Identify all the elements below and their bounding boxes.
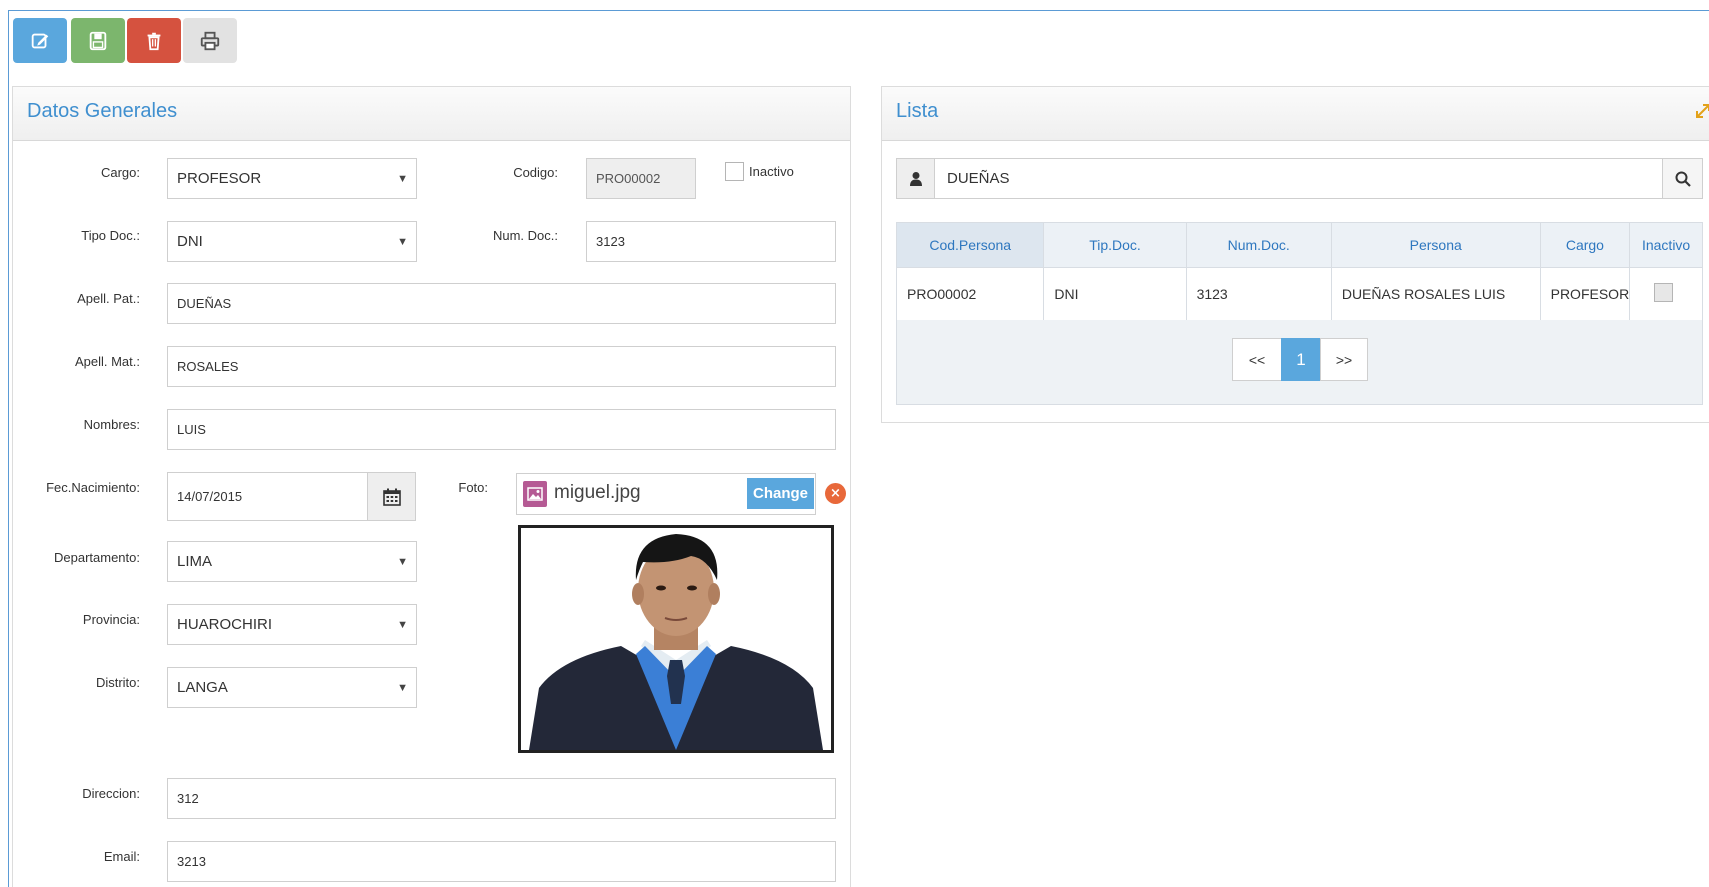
- num-doc-label: Num. Doc.:: [492, 228, 558, 243]
- column-header-tip-doc[interactable]: Tip.Doc.: [1043, 222, 1187, 268]
- profile-photo: [518, 525, 834, 753]
- cell-inactivo: [1629, 267, 1703, 321]
- departamento-value: LIMA: [177, 553, 213, 570]
- cell-tip-doc: DNI: [1043, 267, 1187, 321]
- distrito-select[interactable]: LANGA ▼: [167, 667, 417, 708]
- save-icon: [89, 31, 107, 50]
- column-header-persona[interactable]: Persona: [1330, 222, 1541, 268]
- search-icon: [1675, 171, 1691, 187]
- chevron-down-icon: ▼: [397, 173, 408, 185]
- pagination-page-1[interactable]: 1: [1281, 338, 1321, 381]
- inactivo-label: Inactivo: [749, 164, 794, 179]
- column-header-inactivo[interactable]: Inactivo: [1629, 222, 1703, 268]
- direccion-label: Direccion:: [82, 786, 140, 801]
- distrito-label: Distrito:: [95, 675, 140, 690]
- email-input[interactable]: 3213: [167, 841, 836, 882]
- cell-cargo: PROFESOR: [1539, 267, 1631, 321]
- fec-nacimiento-label: Fec.Nacimiento:: [46, 480, 140, 495]
- provincia-value: HUAROCHIRI: [177, 616, 273, 633]
- cell-persona: DUEÑAS ROSALES LUIS: [1330, 267, 1541, 321]
- nombres-input[interactable]: LUIS: [167, 409, 836, 450]
- apell-pat-value: DUEÑAS: [177, 296, 232, 311]
- codigo-field: PRO00002: [586, 158, 696, 199]
- apell-pat-label: Apell. Pat.:: [77, 291, 140, 306]
- change-photo-button[interactable]: Change: [747, 478, 814, 509]
- cargo-label: Cargo:: [100, 165, 140, 180]
- panel-title: Datos Generales: [27, 100, 178, 122]
- cell-cod-persona: PRO00002: [895, 267, 1045, 321]
- panel-header: Lista: [882, 87, 1709, 141]
- provincia-label: Provincia:: [82, 612, 140, 627]
- chevron-down-icon: ▼: [397, 682, 408, 694]
- search-value: DUEÑAS: [947, 170, 1010, 187]
- save-button[interactable]: [71, 18, 125, 63]
- cell-num-doc: 3123: [1185, 267, 1332, 321]
- panel-title: Lista: [896, 100, 939, 122]
- direccion-value: 312: [177, 791, 199, 806]
- column-header-num-doc[interactable]: Num.Doc.: [1185, 222, 1332, 268]
- edit-button[interactable]: [13, 18, 67, 63]
- edit-icon: [31, 33, 49, 48]
- codigo-label: Codigo:: [513, 165, 558, 180]
- table-row[interactable]: PRO00002 DNI 3123 DUEÑAS ROSALES LUIS PR…: [895, 267, 1703, 321]
- calendar-button[interactable]: [367, 472, 416, 521]
- foto-label: Foto:: [458, 480, 488, 495]
- panel-header: Datos Generales: [13, 87, 850, 141]
- chevron-down-icon: ▼: [397, 236, 408, 248]
- row-inactivo-checkbox[interactable]: [1654, 283, 1674, 302]
- remove-photo-button[interactable]: ×: [825, 483, 846, 504]
- chevron-down-icon: ▼: [397, 619, 408, 631]
- chevron-down-icon: ▼: [397, 556, 408, 568]
- apell-mat-value: ROSALES: [177, 359, 239, 374]
- tipo-doc-label: Tipo Doc.:: [81, 228, 140, 243]
- nombres-label: Nombres:: [83, 417, 140, 432]
- distrito-value: LANGA: [177, 679, 228, 696]
- column-header-cargo[interactable]: Cargo: [1539, 222, 1631, 268]
- email-label: Email:: [103, 849, 140, 864]
- inactivo-checkbox[interactable]: [725, 162, 744, 181]
- trash-icon: [147, 32, 161, 50]
- pagination-next[interactable]: >>: [1320, 338, 1368, 381]
- apell-mat-label: Apell. Mat.:: [74, 354, 140, 369]
- print-icon: [200, 31, 220, 50]
- pagination-prev[interactable]: <<: [1232, 338, 1282, 381]
- email-value: 3213: [177, 854, 206, 869]
- tipo-doc-select[interactable]: DNI ▼: [167, 221, 417, 262]
- cargo-value: PROFESOR: [177, 170, 262, 187]
- user-icon: [897, 159, 935, 198]
- apell-mat-input[interactable]: ROSALES: [167, 346, 836, 387]
- delete-button[interactable]: [127, 18, 181, 63]
- direccion-input[interactable]: 312: [167, 778, 836, 819]
- search-input[interactable]: DUEÑAS: [896, 158, 1703, 199]
- image-icon: [523, 481, 547, 507]
- departamento-select[interactable]: LIMA ▼: [167, 541, 417, 582]
- search-button[interactable]: [1662, 159, 1702, 198]
- apell-pat-input[interactable]: DUEÑAS: [167, 283, 836, 324]
- results-table: Cod.Persona Tip.Doc. Num.Doc. Persona Ca…: [895, 222, 1703, 321]
- fec-nacimiento-value: 14/07/2015: [177, 489, 243, 504]
- fec-nacimiento-input[interactable]: 14/07/2015: [167, 472, 369, 521]
- print-button[interactable]: [183, 18, 237, 63]
- calendar-icon: [382, 488, 401, 506]
- num-doc-input[interactable]: 3123: [586, 221, 836, 262]
- num-doc-value: 3123: [596, 234, 625, 249]
- nombres-value: LUIS: [177, 422, 206, 437]
- codigo-value: PRO00002: [596, 171, 661, 186]
- departamento-label: Departamento:: [54, 550, 140, 565]
- expand-icon[interactable]: [1694, 102, 1709, 124]
- provincia-select[interactable]: HUAROCHIRI ▼: [167, 604, 417, 645]
- tipo-doc-value: DNI: [177, 233, 203, 250]
- foto-file-name: miguel.jpg: [554, 482, 641, 503]
- cargo-select[interactable]: PROFESOR ▼: [167, 158, 417, 199]
- column-header-cod-persona[interactable]: Cod.Persona: [895, 222, 1045, 268]
